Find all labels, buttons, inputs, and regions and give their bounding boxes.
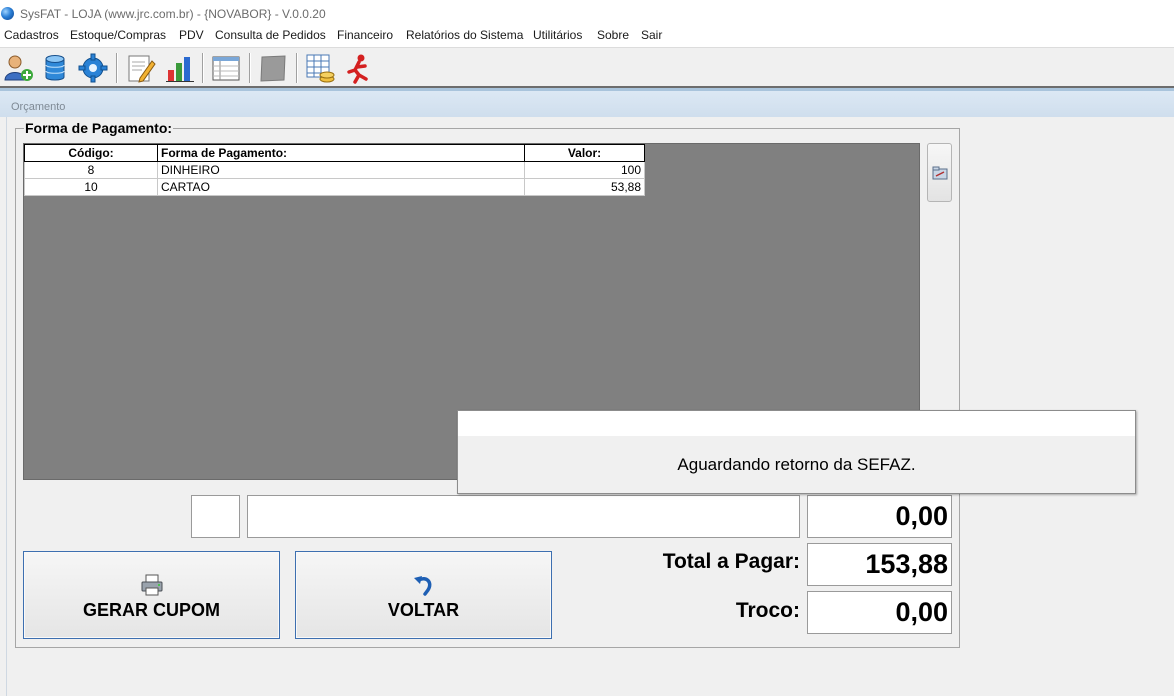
table-row[interactable]: 10 CARTAO 53,88 xyxy=(24,178,645,196)
generate-receipt-button[interactable]: GERAR CUPOM xyxy=(23,551,280,639)
menu-sair[interactable]: Sair xyxy=(641,28,662,42)
child-window-title: Orçamento xyxy=(11,101,66,113)
edit-payment-button[interactable] xyxy=(927,143,952,202)
printer-icon xyxy=(141,574,162,596)
table-header-row: Código: Forma de Pagamento: Valor: xyxy=(24,144,645,162)
menu-consulta-pedidos[interactable]: Consulta de Pedidos xyxy=(215,28,326,42)
dialog-message: Aguardando retorno da SEFAZ. xyxy=(677,455,916,474)
menu-financeiro[interactable]: Financeiro xyxy=(337,28,393,42)
toolbar-separator xyxy=(202,53,204,83)
menu-estoque-compras[interactable]: Estoque/Compras xyxy=(70,28,166,42)
cell-method: DINHEIRO xyxy=(157,161,525,179)
toolbar-separator xyxy=(116,53,118,83)
menu-pdv[interactable]: PDV xyxy=(179,28,204,42)
child-window-titlebar: Orçamento xyxy=(0,91,1174,117)
cell-code: 8 xyxy=(24,161,158,179)
sefaz-wait-dialog: Aguardando retorno da SEFAZ. xyxy=(457,410,1136,494)
toolbar-separator xyxy=(296,53,298,83)
payment-code-input[interactable] xyxy=(191,495,240,538)
user-add-icon[interactable] xyxy=(2,52,34,84)
window-title: SysFAT - LOJA (www.jrc.com.br) - {NOVABO… xyxy=(20,7,326,21)
change-label: Troco: xyxy=(735,599,800,622)
payment-group-title: Forma de Pagamento: xyxy=(24,120,174,136)
menu-bar: Cadastros Estoque/Compras PDV Consulta d… xyxy=(0,28,1174,47)
menu-sobre[interactable]: Sobre xyxy=(597,28,629,42)
report-table-icon[interactable] xyxy=(210,52,242,84)
cell-code: 10 xyxy=(24,178,158,196)
blank-icon[interactable] xyxy=(257,52,289,84)
cell-method: CARTAO xyxy=(157,178,525,196)
spreadsheet-coins-icon[interactable] xyxy=(304,52,336,84)
toolbar xyxy=(0,47,1174,87)
payment-amount-input[interactable]: 0,00 xyxy=(807,495,952,538)
exit-runner-icon[interactable] xyxy=(343,52,375,84)
column-header-method[interactable]: Forma de Pagamento: xyxy=(157,144,525,162)
app-globe-icon xyxy=(1,7,14,20)
total-value: 153,88 xyxy=(807,543,952,586)
bar-chart-icon[interactable] xyxy=(164,52,196,84)
table-row[interactable]: 8 DINHEIRO 100 xyxy=(24,161,645,179)
menu-cadastros[interactable]: Cadastros xyxy=(4,28,59,42)
payment-description-input[interactable] xyxy=(247,495,800,538)
edit-document-icon[interactable] xyxy=(124,52,156,84)
generate-receipt-label: GERAR CUPOM xyxy=(82,600,220,620)
gear-icon[interactable] xyxy=(77,52,109,84)
payment-table: Código: Forma de Pagamento: Valor: 8 DIN… xyxy=(24,144,645,196)
database-icon[interactable] xyxy=(39,52,71,84)
menu-relatorios[interactable]: Relatórios do Sistema xyxy=(406,28,523,42)
back-button[interactable]: VOLTAR xyxy=(295,551,552,639)
change-value: 0,00 xyxy=(807,591,952,634)
dialog-header xyxy=(458,411,1135,436)
title-bar: SysFAT - LOJA (www.jrc.com.br) - {NOVABO… xyxy=(0,0,1174,28)
folder-edit-icon xyxy=(932,166,948,180)
column-header-value[interactable]: Valor: xyxy=(524,144,645,162)
cell-value: 100 xyxy=(524,161,645,179)
undo-arrow-icon xyxy=(413,576,431,596)
total-label: Total a Pagar: xyxy=(662,550,800,573)
toolbar-separator xyxy=(249,53,251,83)
cell-value: 53,88 xyxy=(524,178,645,196)
column-header-code[interactable]: Código: xyxy=(24,144,158,162)
back-label: VOLTAR xyxy=(387,600,460,620)
menu-utilitarios[interactable]: Utilitários xyxy=(533,28,582,42)
